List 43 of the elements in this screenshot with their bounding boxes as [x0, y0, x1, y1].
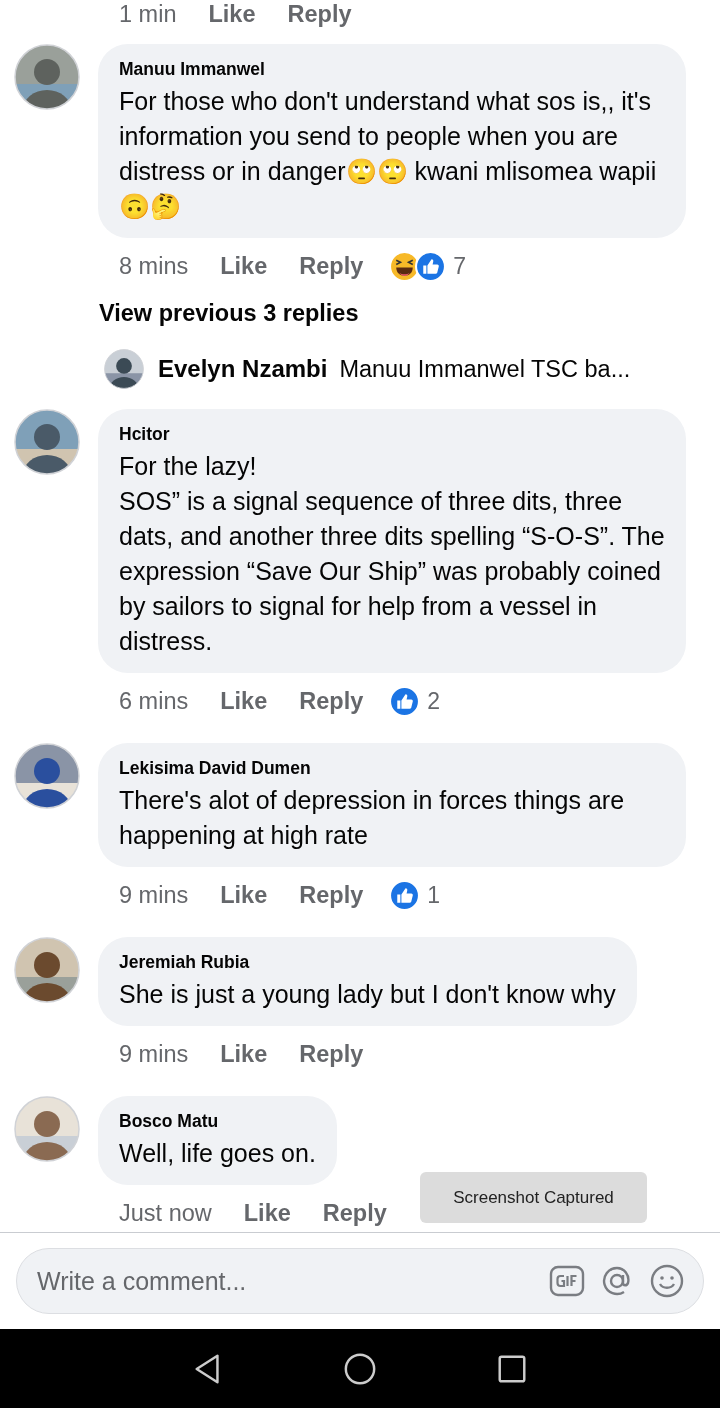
toast: Screenshot Captured — [420, 1172, 647, 1223]
author-name[interactable]: Bosco Matu — [119, 1111, 316, 1132]
comment-time: 1 min — [119, 0, 177, 28]
comment-time: Just now — [119, 1199, 212, 1227]
gif-icon[interactable] — [549, 1263, 585, 1299]
view-replies-link[interactable]: View previous 3 replies — [99, 300, 359, 327]
like-link[interactable]: Like — [208, 0, 256, 28]
thumbs-up-icon — [415, 250, 447, 282]
comment-text: She is just a young lady but I don't know why — [119, 979, 616, 1010]
comment-time: 9 mins — [119, 1040, 189, 1068]
reaction-count: 2 — [427, 687, 441, 715]
comment-field[interactable]: Write a comment... — [35, 1265, 535, 1297]
reply-link[interactable]: Reply — [287, 0, 352, 28]
comment-time: 6 mins — [119, 687, 189, 715]
author-name[interactable]: Manuu Immanwel — [119, 59, 665, 80]
like-link[interactable]: Like — [220, 1040, 268, 1068]
author-name[interactable]: Evelyn Nzambi — [158, 355, 328, 383]
comment-time: 9 mins — [119, 881, 189, 909]
reaction-count: 7 — [453, 252, 467, 280]
reply-link[interactable]: Reply — [299, 687, 364, 715]
thumbs-up-icon — [389, 685, 421, 717]
author-name[interactable]: Jeremiah Rubia — [119, 952, 616, 973]
emoji-icon[interactable] — [649, 1263, 685, 1299]
reply-preview: Manuu Immanwel TSC ba... — [339, 355, 631, 383]
home-icon[interactable] — [343, 1351, 377, 1386]
comment-time: 8 mins — [119, 252, 189, 280]
reaction-count: 1 — [427, 881, 441, 909]
comment-text: For the lazy! SOS” is a signal sequence of three dits, three dats, and another three dits spelling “S-O-S”. The expression “Save Our Ship” was probably coined by sailors to signal for help from a vessel in distress. — [119, 451, 665, 657]
like-link[interactable]: Like — [220, 252, 268, 280]
comment-text: For those who don't understand what sos is,, it's information you send to people when you are distress or in danger🙄🙄 kwani mlisomea wapii🙃🤔 — [119, 86, 658, 222]
like-link[interactable]: Like — [243, 1199, 291, 1227]
author-name[interactable]: Hcitor — [119, 424, 665, 445]
reply-link[interactable]: Reply — [299, 1040, 364, 1068]
reply-link[interactable]: Reply — [299, 252, 364, 280]
reply-link[interactable]: Reply — [322, 1199, 387, 1227]
thumbs-up-icon — [389, 879, 421, 911]
reply-link[interactable]: Reply — [299, 881, 364, 909]
like-link[interactable]: Like — [220, 687, 268, 715]
comment-bar[interactable]: Write a comment... — [16, 1248, 704, 1314]
author-name[interactable]: Lekisima David Dumen — [119, 758, 665, 779]
comment-text: There's alot of depression in forces things are happening at high rate — [119, 785, 626, 851]
like-link[interactable]: Like — [220, 881, 268, 909]
comment-text: Well, life goes on. — [119, 1138, 316, 1169]
